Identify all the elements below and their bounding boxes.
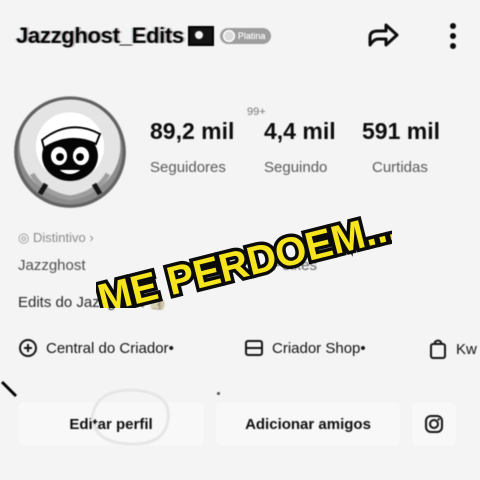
level-badge[interactable]: Platina	[219, 28, 272, 44]
creator-center-label: Central do Criador	[46, 339, 169, 357]
username: Jazzghost_Edits	[16, 23, 184, 48]
likes-stat: 591 mil Curtidas	[362, 118, 440, 176]
likes-count: 591 mil	[362, 118, 440, 144]
followers-stat[interactable]: 89,2 mil Seguidores	[150, 118, 234, 176]
overlay-caption-text: ME PERDOEM...	[96, 204, 392, 308]
following-notification-count: 99+	[247, 106, 266, 118]
badge-label: Platina	[237, 31, 266, 41]
creator-shop-link[interactable]: Criador Shop •	[244, 338, 366, 358]
badge-link[interactable]: ◎ Distintivo ›	[18, 230, 94, 246]
instagram-icon	[425, 415, 443, 433]
plus-circle-icon	[19, 339, 37, 357]
separator-dot: •	[168, 339, 174, 357]
badge-link-icon: ◎	[18, 230, 33, 245]
badge-coin-icon	[222, 30, 235, 42]
avatar[interactable]	[14, 96, 126, 208]
apology-overlay-caption: ME PERDOEM...	[96, 201, 392, 308]
hand-drawn-circle-mark	[90, 388, 170, 446]
followers-count: 89,2 mil	[150, 118, 235, 144]
badge-link-label: Distintivo	[32, 230, 86, 245]
brazil-flag-icon	[187, 26, 214, 46]
followers-label: Seguidores	[150, 159, 226, 176]
following-count: 4,4 mil	[264, 118, 336, 144]
stats-row: 89,2 mil Seguidores 4,4 mil Seguindo 99+…	[150, 106, 470, 188]
profile-header: Jazzghost_Edits Platina	[16, 18, 464, 54]
creator-center-link[interactable]: Central do Criador •	[18, 338, 174, 358]
chevron-right-icon: ›	[85, 230, 94, 245]
nickname: Jazzghost	[18, 257, 86, 274]
shop-icon	[245, 340, 263, 356]
third-link-label: Kw	[456, 340, 477, 358]
likes-label: Curtidas	[372, 159, 428, 176]
share-icon[interactable]	[366, 21, 400, 51]
instagram-button[interactable]	[412, 402, 456, 446]
separator-dot: •	[360, 339, 366, 357]
third-link[interactable]: Kw	[428, 338, 477, 360]
add-friends-button[interactable]: Adicionar amigos	[216, 402, 400, 446]
creator-shop-label: Criador Shop	[272, 339, 361, 357]
following-label: Seguindo	[264, 159, 328, 176]
bag-icon	[430, 339, 446, 359]
avatar-character-icon	[14, 96, 126, 208]
following-stat[interactable]: 4,4 mil Seguindo	[264, 118, 336, 176]
more-options-icon[interactable]	[442, 20, 464, 52]
stray-dot	[217, 392, 220, 395]
stray-stroke-mark	[0, 380, 18, 398]
